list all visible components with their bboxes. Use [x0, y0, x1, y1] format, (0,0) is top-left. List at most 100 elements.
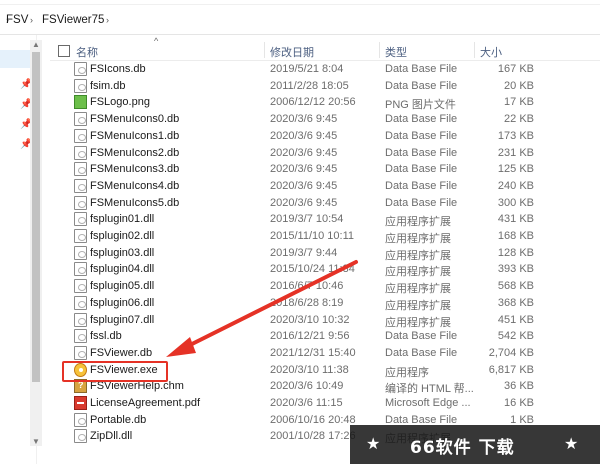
file-size: 300 KB — [497, 196, 534, 209]
file-name: FSMenuIcons2.db — [90, 146, 180, 159]
file-row[interactable]: fsplugin02.dll 2015/11/10 10:11 应用程序扩展 168 … — [50, 228, 600, 245]
column-divider[interactable] — [474, 42, 475, 58]
dll-file-icon — [74, 212, 87, 227]
db-file-icon — [74, 128, 87, 143]
file-name: fsplugin02.dll — [90, 230, 155, 242]
file-date: 2020/3/6 10:49 — [270, 380, 344, 393]
file-name: fsim.db — [90, 79, 126, 92]
column-header-date[interactable]: 修改日期 — [270, 44, 314, 60]
file-date: 2020/3/6 9:45 — [270, 113, 338, 126]
file-name: FSViewer.db — [90, 346, 153, 359]
file-size: 2,704 KB — [488, 346, 534, 359]
file-name: FSMenuIcons3.db — [90, 163, 180, 176]
file-size: 542 KB — [497, 330, 534, 343]
column-divider[interactable] — [264, 42, 265, 58]
file-size: 125 KB — [497, 163, 534, 176]
file-date: 2006/12/12 20:56 — [270, 96, 356, 109]
file-type: 应用程序扩展 — [385, 249, 451, 262]
file-row[interactable]: FSLogo.png 2006/12/12 20:56 PNG 图片文件 17 KB — [50, 94, 600, 111]
column-divider[interactable] — [379, 42, 380, 58]
file-date: 2020/3/6 11:15 — [270, 397, 343, 409]
file-row[interactable]: FSIcons.db 2019/5/21 8:04 Data Base File 16… — [50, 61, 600, 78]
column-header-type[interactable]: 类型 — [385, 44, 407, 60]
file-row[interactable]: fsplugin04.dll 2015/10/24 11:34 应用程序扩展 393 … — [50, 261, 600, 278]
file-size: 36 KB — [504, 380, 534, 393]
file-row[interactable]: LicenseAgreement.pdf 2020/3/6 11:15 Micros… — [50, 395, 600, 412]
file-type: 应用程序 — [385, 366, 429, 379]
file-name: LicenseAgreement.pdf — [90, 397, 201, 409]
db-file-icon — [74, 145, 87, 160]
file-name: FSViewerHelp.chm — [90, 380, 184, 393]
file-row[interactable]: FSMenuIcons4.db 2020/3/6 9:45 Data Base Fi… — [50, 178, 600, 195]
breadcrumb-segment[interactable]: FSV — [6, 14, 28, 26]
star-icon: ★ — [366, 434, 381, 453]
file-row[interactable]: FSMenuIcons3.db 2020/3/6 9:45 Data Base Fi… — [50, 161, 600, 178]
column-header-size[interactable]: 大小 — [480, 44, 502, 60]
file-row[interactable]: FSMenuIcons0.db 2020/3/6 9:45 Data Base Fi… — [50, 111, 600, 128]
file-name: Portable.db — [90, 413, 147, 426]
file-row[interactable]: FSMenuIcons1.db 2020/3/6 9:45 Data Base Fi… — [50, 128, 600, 145]
file-size: 393 KB — [497, 263, 534, 276]
file-size: 431 KB — [497, 213, 534, 226]
file-size: 128 KB — [497, 246, 534, 259]
chevron-right-icon[interactable]: › — [106, 15, 109, 25]
column-header-name[interactable]: 名称 — [76, 44, 98, 60]
chevron-right-icon[interactable]: › — [30, 15, 33, 25]
file-date: 2020/3/6 9:45 — [270, 179, 338, 192]
file-type: Data Base File — [385, 179, 458, 192]
file-row[interactable]: fsplugin05.dll 2016/6/7 10:46 应用程序扩展 568 KB — [50, 278, 600, 295]
file-date: 2020/3/6 9:45 — [270, 163, 338, 176]
file-name: fssl.db — [90, 330, 122, 343]
file-row[interactable]: fsim.db 2011/2/28 18:05 Data Base File 20 K… — [50, 78, 600, 95]
file-name: FSMenuIcons1.db — [90, 129, 180, 142]
watermark-banner: ★ 66软件 下载 ★ — [350, 425, 600, 464]
file-date: 2016/6/7 10:46 — [270, 280, 344, 293]
file-row[interactable]: fsplugin07.dll 2020/3/10 10:32 应用程序扩展 451 K… — [50, 312, 600, 329]
file-size: 168 KB — [497, 230, 534, 242]
file-size: 173 KB — [497, 129, 534, 142]
file-row[interactable]: fsplugin06.dll 2018/6/28 8:19 应用程序扩展 368 KB — [50, 295, 600, 312]
file-type: 应用程序扩展 — [385, 299, 451, 312]
file-row[interactable]: fsplugin03.dll 2019/3/7 9:44 应用程序扩展 128 KB — [50, 245, 600, 262]
file-type: 编译的 HTML 帮... — [385, 383, 474, 396]
file-row[interactable]: FSMenuIcons2.db 2020/3/6 9:45 Data Base Fi… — [50, 145, 600, 162]
file-size: 568 KB — [497, 280, 534, 293]
file-row[interactable]: FSMenuIcons5.db 2020/3/6 9:45 Data Base Fi… — [50, 195, 600, 212]
dll-file-icon — [74, 312, 87, 327]
address-bar[interactable]: › FSV › FSViewer75 › — [0, 8, 600, 35]
breadcrumb-segment[interactable]: FSViewer75 — [42, 14, 104, 26]
file-date: 2020/3/10 10:32 — [270, 313, 350, 326]
star-icon: ★ — [564, 434, 579, 453]
file-type: Data Base File — [385, 196, 458, 209]
db-file-icon — [74, 195, 87, 210]
vertical-scrollbar[interactable]: ▲ ▼ — [30, 40, 42, 446]
file-date: 2006/10/16 20:48 — [270, 413, 356, 426]
file-name: FSMenuIcons0.db — [90, 113, 180, 126]
file-name: fsplugin01.dll — [90, 213, 155, 226]
select-all-checkbox[interactable] — [58, 45, 70, 57]
file-type: Data Base File — [385, 129, 458, 142]
file-type: Data Base File — [385, 113, 458, 126]
file-date: 2015/11/10 10:11 — [270, 230, 355, 242]
file-date: 2016/12/21 9:56 — [270, 330, 350, 343]
dll-file-icon — [74, 295, 87, 310]
file-row[interactable]: fssl.db 2016/12/21 9:56 Data Base File 542 … — [50, 328, 600, 345]
scroll-thumb[interactable] — [32, 52, 40, 382]
dll-file-icon — [74, 262, 87, 277]
column-header-row: ^ 名称 修改日期 类型 大小 — [50, 36, 600, 61]
file-size: 16 KB — [504, 397, 534, 409]
file-row[interactable]: FSViewer.db 2021/12/31 15:40 Data Base Fil… — [50, 345, 600, 362]
scroll-up-icon[interactable]: ▲ — [32, 40, 40, 49]
file-type: Microsoft Edge ... — [385, 397, 471, 409]
file-size: 1 KB — [510, 413, 534, 426]
db-file-icon — [74, 345, 87, 360]
file-date: 2020/3/6 9:45 — [270, 146, 338, 159]
dll-file-icon — [74, 229, 87, 243]
file-row[interactable]: fsplugin01.dll 2019/3/7 10:54 应用程序扩展 431 KB — [50, 211, 600, 228]
file-size: 231 KB — [497, 146, 534, 159]
scroll-down-icon[interactable]: ▼ — [32, 437, 40, 446]
file-date: 2018/6/28 8:19 — [270, 296, 344, 309]
file-name: FSMenuIcons5.db — [90, 196, 180, 209]
file-type: 应用程序扩展 — [385, 316, 451, 329]
file-type: Data Base File — [385, 79, 458, 92]
